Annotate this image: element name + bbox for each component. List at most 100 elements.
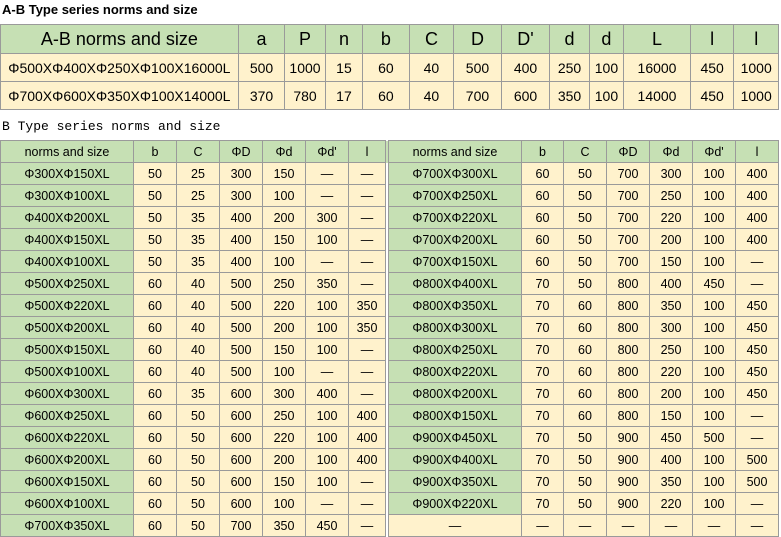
b-value-cell: —: [348, 184, 386, 207]
b-value-cell: 100: [305, 404, 349, 427]
b-value-cell: 70: [521, 272, 564, 295]
b-norm-size-cell: Φ700XΦ250XL: [388, 184, 522, 207]
b-value-cell: —: [305, 360, 349, 383]
b-value-cell: 60: [563, 316, 607, 339]
b-table-row: Φ400XΦ100XL 50 35 400 100— — Φ700XΦ150XL 60 50 70…: [0, 250, 779, 273]
b-value-cell: 100: [692, 492, 736, 515]
b-value-cell: 800: [606, 294, 650, 317]
b-value-cell: 60: [521, 184, 564, 207]
b-value-cell: 150: [262, 338, 306, 361]
b-value-cell: 100: [692, 294, 736, 317]
b-value-cell: 60: [133, 338, 177, 361]
b-table-row: Φ500XΦ100XL 60 40 500 100— — Φ800XΦ220XL 70 60 80…: [0, 360, 779, 383]
b-header-cell: C: [176, 140, 220, 163]
b-value-cell: 350: [262, 514, 306, 537]
b-value-cell: 220: [649, 360, 693, 383]
b-value-cell: 70: [521, 382, 564, 405]
b-value-cell: 100: [262, 360, 306, 383]
b-table-row: Φ400XΦ150XL 50 35 400 150 100— Φ700XΦ200XL 60 50…: [0, 228, 779, 251]
b-value-cell: 400: [219, 206, 263, 229]
ab-table-cell: Φ500XΦ400XΦ250XΦ100X16000L: [0, 53, 239, 82]
b-header-cell: Φd': [692, 140, 736, 163]
b-value-cell: 250: [649, 184, 693, 207]
b-value-cell: 500: [219, 316, 263, 339]
b-value-cell: —: [348, 470, 386, 493]
ab-table-cell: 60: [362, 81, 410, 110]
b-value-cell: 500: [219, 294, 263, 317]
b-table-row: Φ300XΦ100XL 50 25 300 100— — Φ700XΦ250XL 60 50 70…: [0, 184, 779, 207]
b-value-cell: 100: [262, 250, 306, 273]
b-header-cell: Φd: [262, 140, 306, 163]
b-value-cell: 70: [521, 338, 564, 361]
b-value-cell: —: [348, 514, 386, 537]
b-value-cell: 350: [305, 272, 349, 295]
b-value-cell: 900: [606, 448, 650, 471]
b-value-cell: 60: [563, 360, 607, 383]
b-value-cell: 100: [692, 448, 736, 471]
b-table-row: Φ600XΦ300XL 60 35 600 300 400— Φ800XΦ200XL 70 60…: [0, 382, 779, 405]
ab-header-cell: A-B norms and size: [0, 24, 239, 54]
b-value-cell: 50: [563, 250, 607, 273]
b-table-row: Φ600XΦ150XL 60 50 600 150 100— Φ900XΦ350XL 70 50…: [0, 470, 779, 493]
b-value-cell: —: [563, 514, 607, 537]
ab-table-cell: 40: [408, 81, 455, 110]
b-norm-size-cell: Φ800XΦ250XL: [388, 338, 522, 361]
b-value-cell: 400: [735, 206, 779, 229]
b-value-cell: 100: [692, 338, 736, 361]
b-series-title: B Type series norms and size: [2, 119, 221, 134]
b-value-cell: 50: [176, 470, 220, 493]
b-value-cell: 250: [649, 338, 693, 361]
b-value-cell: 700: [606, 184, 650, 207]
b-value-cell: 800: [606, 360, 650, 383]
b-value-cell: 500: [219, 360, 263, 383]
b-table-row: Φ600XΦ220XL 60 50 600 220 100 400 Φ900XΦ450XL 70…: [0, 426, 779, 449]
b-header-cell: norms and size: [0, 140, 134, 163]
b-value-cell: 25: [176, 184, 220, 207]
b-value-cell: 450: [649, 426, 693, 449]
b-value-cell: 100: [692, 470, 736, 493]
b-value-cell: 100: [692, 184, 736, 207]
b-norm-size-cell: Φ500XΦ200XL: [0, 316, 134, 339]
b-value-cell: 150: [649, 404, 693, 427]
b-value-cell: 500: [219, 338, 263, 361]
b-value-cell: 40: [176, 272, 220, 295]
ab-header-cell: a: [237, 24, 286, 54]
b-value-cell: 50: [133, 162, 177, 185]
b-value-cell: 250: [262, 272, 306, 295]
ab-header-cell: n: [324, 24, 364, 54]
b-value-cell: 100: [305, 448, 349, 471]
ab-series-title: A-B Type series norms and size: [2, 2, 198, 17]
ab-table-cell: 17: [324, 81, 364, 110]
b-value-cell: —: [735, 426, 779, 449]
b-value-cell: 50: [176, 514, 220, 537]
ab-table-cell: Φ700XΦ600XΦ350XΦ100X14000L: [0, 81, 239, 110]
b-value-cell: 50: [176, 448, 220, 471]
b-norm-size-cell: Φ400XΦ100XL: [0, 250, 134, 273]
b-norm-size-cell: Φ600XΦ150XL: [0, 470, 134, 493]
b-value-cell: 700: [606, 228, 650, 251]
b-value-cell: 100: [305, 294, 349, 317]
b-norm-size-cell: Φ800XΦ350XL: [388, 294, 522, 317]
ab-header-cell: b: [362, 24, 410, 54]
b-value-cell: 700: [219, 514, 263, 537]
b-value-cell: 60: [133, 514, 177, 537]
ab-table-cell: 350: [549, 81, 590, 110]
b-value-cell: 35: [176, 228, 220, 251]
b-value-cell: 100: [692, 382, 736, 405]
b-value-cell: 400: [219, 250, 263, 273]
b-norm-size-cell: Φ700XΦ220XL: [388, 206, 522, 229]
ab-table-cell: 1000: [733, 53, 779, 82]
b-value-cell: —: [348, 162, 386, 185]
b-norm-size-cell: Φ500XΦ100XL: [0, 360, 134, 383]
b-value-cell: 100: [305, 316, 349, 339]
b-value-cell: 50: [133, 206, 177, 229]
b-value-cell: 70: [521, 404, 564, 427]
b-value-cell: 600: [219, 382, 263, 405]
b-value-cell: 900: [606, 470, 650, 493]
b-value-cell: 600: [219, 470, 263, 493]
b-value-cell: 220: [262, 294, 306, 317]
b-value-cell: 50: [563, 272, 607, 295]
b-table-row: Φ500XΦ200XL 60 40 500 200 100 350 Φ800XΦ300XL 70…: [0, 316, 779, 339]
b-value-cell: 700: [606, 162, 650, 185]
b-value-cell: 150: [262, 228, 306, 251]
